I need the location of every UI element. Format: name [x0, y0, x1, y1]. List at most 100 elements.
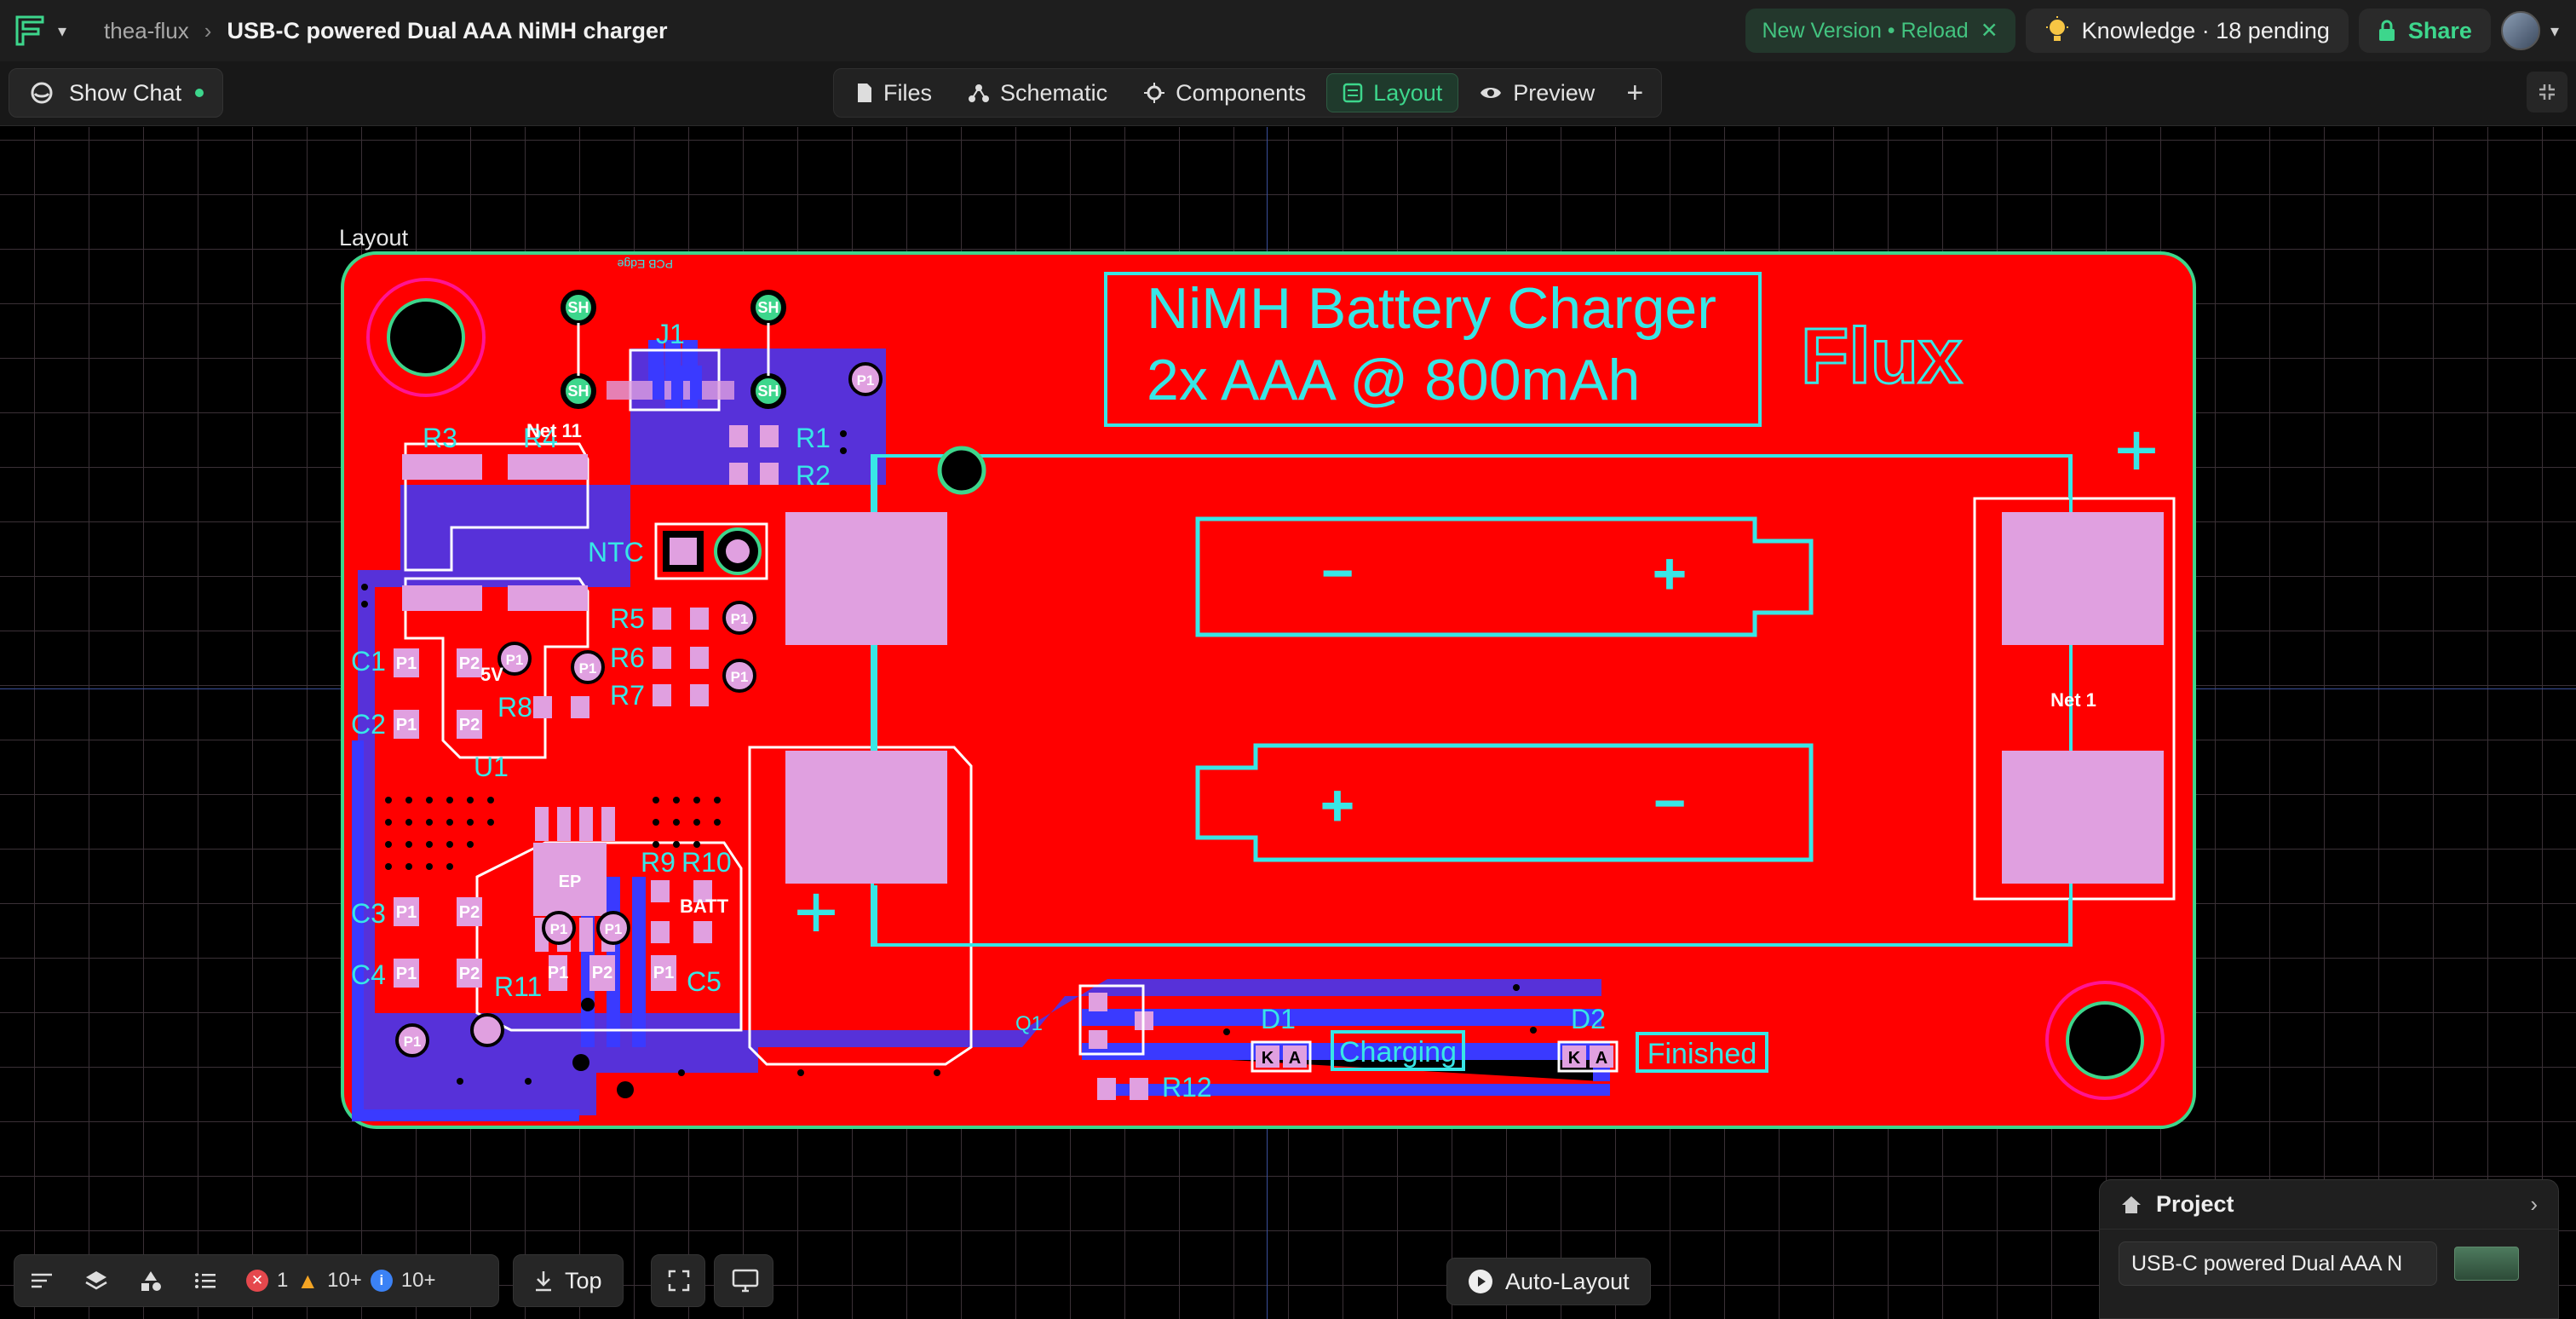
- fit-view-icon[interactable]: [651, 1254, 705, 1307]
- led-k-label: K: [1262, 1049, 1274, 1068]
- svg-text:R1: R1: [796, 423, 831, 453]
- svg-text:P1: P1: [731, 669, 749, 685]
- play-icon: [1469, 1270, 1492, 1293]
- tab-files[interactable]: Files: [841, 73, 947, 112]
- led-k-label: K: [1568, 1049, 1581, 1068]
- chevron-right-icon[interactable]: ›: [2530, 1191, 2538, 1218]
- svg-text:P1: P1: [550, 921, 568, 937]
- svg-text:P2: P2: [459, 716, 480, 734]
- board-title-line2: 2x AAA @ 800mAh: [1147, 348, 1640, 412]
- close-icon[interactable]: ✕: [1981, 18, 1998, 43]
- cell2-minus-label: −: [1653, 771, 1687, 834]
- svg-text:C1: C1: [351, 646, 386, 677]
- share-label: Share: [2407, 17, 2472, 43]
- svg-text:P1: P1: [653, 964, 674, 982]
- svg-text:P1: P1: [731, 611, 749, 627]
- batt-label: BATT: [680, 896, 729, 917]
- lock-icon: [2378, 20, 2395, 41]
- svg-text:P1: P1: [396, 965, 417, 983]
- layout-canvas[interactable]: Layout PCB Edge − + + − + + Net 1 NiMH B…: [0, 127, 2576, 1319]
- warning-count: 10+: [327, 1269, 362, 1292]
- pad-label: SH: [567, 299, 589, 316]
- project-title[interactable]: USB-C powered Dual AAA NiMH charger: [227, 18, 667, 44]
- online-status-dot: [195, 89, 204, 97]
- auto-layout-label: Auto-Layout: [1505, 1268, 1630, 1294]
- svg-text:P2: P2: [459, 654, 480, 673]
- tab-schematic-label: Schematic: [1000, 79, 1108, 106]
- tab-layout[interactable]: Layout: [1326, 73, 1459, 112]
- version-notice-label: New Version • Reload: [1762, 18, 1969, 43]
- pad-label: SH: [757, 299, 779, 316]
- svg-text:P1: P1: [506, 652, 524, 668]
- show-chat-button[interactable]: Show Chat: [9, 68, 224, 118]
- avatar[interactable]: [2500, 11, 2540, 50]
- pcb-board[interactable]: PCB Edge − + + − + + Net 1 NiMH Battery …: [0, 127, 2576, 1319]
- project-name-field[interactable]: USB-C powered Dual AAA N: [2119, 1241, 2437, 1286]
- svg-text:R11: R11: [494, 971, 542, 1002]
- schematic-icon: [969, 84, 990, 102]
- svg-text:C2: C2: [351, 709, 386, 740]
- svg-text:P2: P2: [459, 965, 480, 983]
- warning-icon: ▲: [296, 1267, 319, 1293]
- knowledge-button[interactable]: Knowledge · 18 pending: [2025, 9, 2349, 53]
- svg-text:C4: C4: [351, 959, 386, 990]
- list-icon[interactable]: [178, 1255, 233, 1306]
- layers-icon[interactable]: [69, 1255, 124, 1306]
- eye-icon: [1481, 88, 1502, 98]
- error-count: 1: [277, 1269, 289, 1292]
- u1-ep-label: EP: [559, 873, 582, 891]
- svg-text:R12: R12: [1162, 1072, 1212, 1103]
- add-tab-button[interactable]: +: [1615, 73, 1654, 112]
- file-icon: [858, 84, 871, 102]
- project-panel-header[interactable]: Project ›: [2100, 1180, 2558, 1230]
- side-selector-button[interactable]: Top: [513, 1254, 624, 1307]
- tab-layout-label: Layout: [1373, 79, 1443, 106]
- pad-label: SH: [757, 383, 779, 400]
- svg-text:P2: P2: [459, 903, 480, 922]
- issue-counters[interactable]: ✕ 1 ▲ 10+ i 10+: [233, 1268, 450, 1294]
- svg-text:R8: R8: [497, 692, 532, 723]
- collapse-icon[interactable]: [2527, 72, 2567, 112]
- auto-layout-button[interactable]: Auto-Layout: [1446, 1258, 1651, 1305]
- tab-preview[interactable]: Preview: [1463, 73, 1610, 112]
- svg-text:R9: R9: [641, 847, 676, 878]
- flux-brand-logo: Flux: [1801, 313, 1962, 400]
- show-chat-label: Show Chat: [69, 79, 182, 106]
- shapes-icon[interactable]: [124, 1255, 178, 1306]
- project-panel-heading: Project: [2156, 1191, 2234, 1217]
- flux-logo-icon[interactable]: [12, 12, 49, 49]
- error-icon: ✕: [246, 1270, 268, 1292]
- pcb-edge-label: PCB Edge: [617, 257, 673, 271]
- breadcrumb-separator-icon: ›: [204, 17, 212, 43]
- charging-label: Charging: [1339, 1036, 1457, 1068]
- svg-text:R3: R3: [423, 423, 457, 453]
- avatar-menu-chevron-icon[interactable]: ▾: [2550, 20, 2559, 42]
- filter-icon[interactable]: [14, 1255, 69, 1306]
- pad-label: SH: [567, 383, 589, 400]
- svg-text:D1: D1: [1261, 1004, 1296, 1034]
- svg-text:C3: C3: [351, 898, 386, 929]
- svg-text:P1: P1: [857, 372, 875, 389]
- flux-app: ▾ thea-flux › USB-C powered Dual AAA NiM…: [0, 0, 2576, 1319]
- svg-text:P1: P1: [605, 921, 623, 937]
- top-bar: ▾ thea-flux › USB-C powered Dual AAA NiM…: [0, 0, 2576, 61]
- tab-schematic[interactable]: Schematic: [952, 73, 1123, 112]
- chevron-down-icon[interactable]: ▾: [58, 20, 66, 42]
- canvas-tools: ✕ 1 ▲ 10+ i 10+: [14, 1254, 499, 1307]
- knowledge-label: Knowledge · 18 pending: [2081, 17, 2330, 43]
- tab-files-label: Files: [883, 79, 933, 106]
- svg-text:P1: P1: [396, 716, 417, 734]
- reload-version-button[interactable]: New Version • Reload ✕: [1745, 9, 2015, 53]
- led-a-label: A: [1289, 1049, 1301, 1068]
- share-button[interactable]: Share: [2358, 9, 2491, 53]
- finished-label: Finished: [1647, 1038, 1757, 1070]
- tab-preview-label: Preview: [1513, 79, 1596, 106]
- breadcrumb-user[interactable]: thea-flux: [104, 18, 189, 44]
- tab-components[interactable]: Components: [1128, 73, 1321, 112]
- info-icon: i: [370, 1270, 393, 1292]
- info-count: 10+: [400, 1269, 436, 1292]
- project-thumbnail[interactable]: [2454, 1247, 2519, 1281]
- svg-text:R10: R10: [681, 847, 732, 878]
- monitor-icon[interactable]: [714, 1254, 773, 1307]
- chat-icon: [31, 82, 53, 104]
